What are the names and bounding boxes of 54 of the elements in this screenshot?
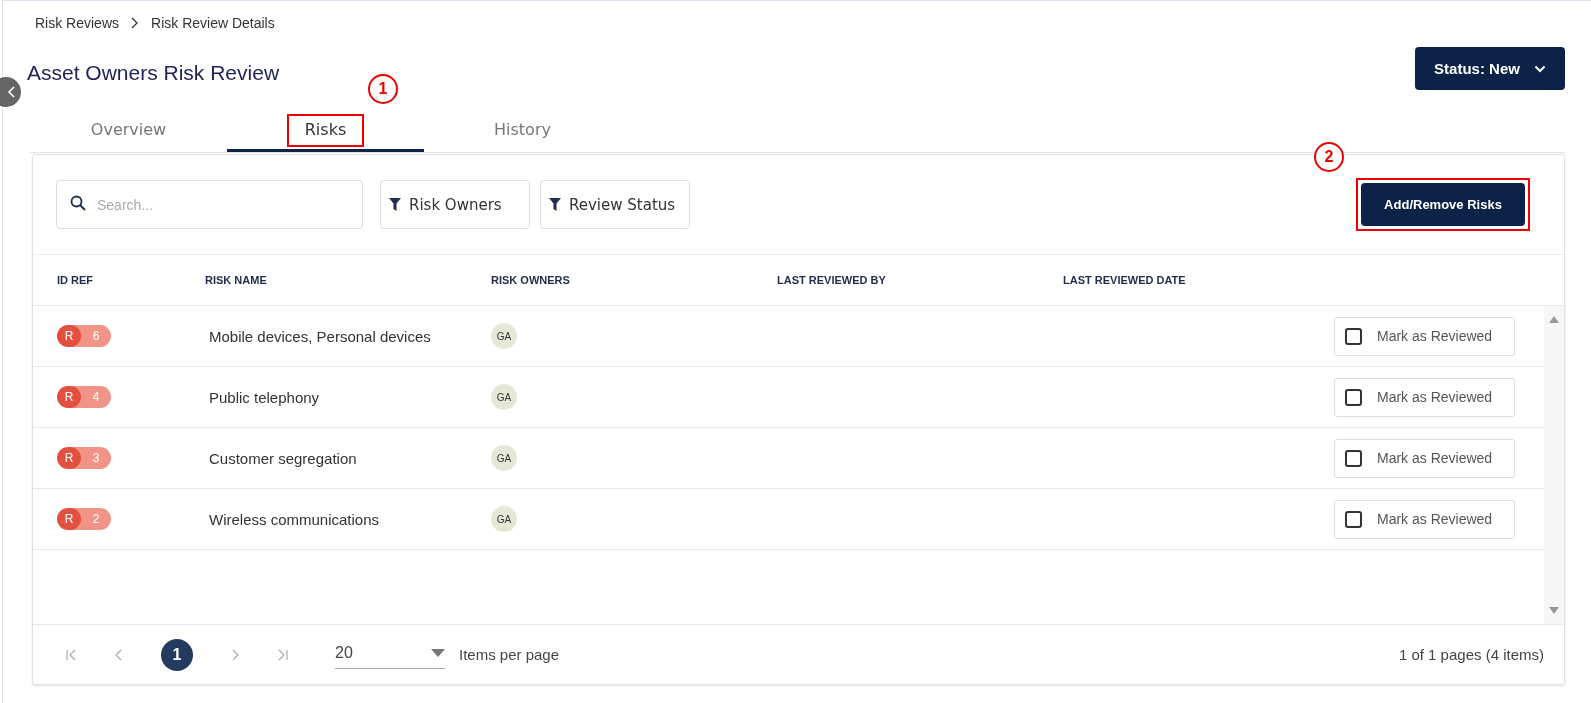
page-button[interactable]: 1 — [161, 638, 193, 671]
checkbox[interactable] — [1345, 449, 1362, 467]
mark-reviewed-button[interactable]: Mark as Reviewed — [1334, 499, 1515, 539]
risk-id-badge: R 2 — [57, 508, 111, 530]
table-cell-text: Customer segregation — [209, 449, 358, 467]
chevron-down-icon — [1533, 64, 1546, 73]
search-field[interactable]: Search... — [56, 180, 363, 229]
table-cell-text: Mobile devices, Personal devices — [209, 327, 432, 345]
breadcrumb-link[interactable]: Risk Reviews — [35, 15, 119, 31]
tab[interactable]: Overview — [30, 104, 227, 152]
risk-id-badge: R 3 — [57, 447, 111, 469]
scrollbar[interactable] — [1544, 306, 1564, 624]
collapse-button[interactable] — [0, 77, 21, 107]
last-page-icon[interactable] — [277, 648, 289, 661]
items-per-page-label: Items per page — [459, 646, 560, 663]
filter-button[interactable]: Review Status — [540, 180, 690, 229]
page-summary: 1 of 1 pages (4 items) — [1398, 646, 1544, 663]
scroll-down-icon[interactable] — [1549, 607, 1559, 614]
tab[interactable]: Risks — [227, 104, 424, 152]
checkbox[interactable] — [1345, 327, 1362, 345]
mark-reviewed-button[interactable]: Mark as Reviewed — [1334, 316, 1515, 356]
owner-avatar: GA — [491, 384, 517, 410]
page-title: Asset Owners Risk Review — [27, 60, 280, 86]
callout-number: 2 — [1314, 142, 1344, 172]
column-header: LAST REVIEWED DATE — [1063, 274, 1187, 286]
owner-avatar: GA — [491, 445, 517, 471]
callout-number: 1 — [368, 74, 398, 104]
chevron-right-icon — [131, 17, 139, 29]
scroll-up-icon[interactable] — [1549, 316, 1559, 323]
risk-id-badge: R 6 — [57, 325, 111, 347]
column-header: RISK NAME — [205, 274, 268, 286]
status-dropdown[interactable]: Status: New — [1415, 47, 1565, 90]
funnel-icon — [389, 198, 401, 211]
dropdown-arrow-icon — [431, 649, 445, 657]
owner-avatar: GA — [491, 323, 517, 349]
page-size-dropdown[interactable]: 20 — [335, 640, 445, 669]
checkbox[interactable] — [1345, 510, 1362, 528]
column-header: RISK OWNERS — [491, 274, 571, 286]
mark-reviewed-button[interactable]: Mark as Reviewed — [1334, 377, 1515, 417]
chevron-left-icon — [7, 86, 17, 98]
risk-id-badge: R 4 — [57, 386, 111, 408]
first-page-icon[interactable] — [65, 648, 77, 661]
owner-avatar: GA — [491, 506, 517, 532]
tab[interactable]: History — [424, 104, 621, 152]
funnel-icon — [549, 198, 561, 211]
table-cell-text: Public telephony — [209, 388, 321, 406]
table-cell-text: Wireless communications — [209, 510, 381, 528]
mark-reviewed-button[interactable]: Mark as Reviewed — [1334, 438, 1515, 478]
add-remove-button[interactable]: Add/Remove Risks — [1361, 183, 1525, 226]
filter-button[interactable]: Risk Owners — [380, 180, 530, 229]
column-header: LAST REVIEWED BY — [777, 274, 887, 286]
breadcrumb-link[interactable]: Risk Review Details — [151, 15, 275, 31]
checkbox[interactable] — [1345, 388, 1362, 406]
column-header: ID REF — [57, 274, 95, 286]
